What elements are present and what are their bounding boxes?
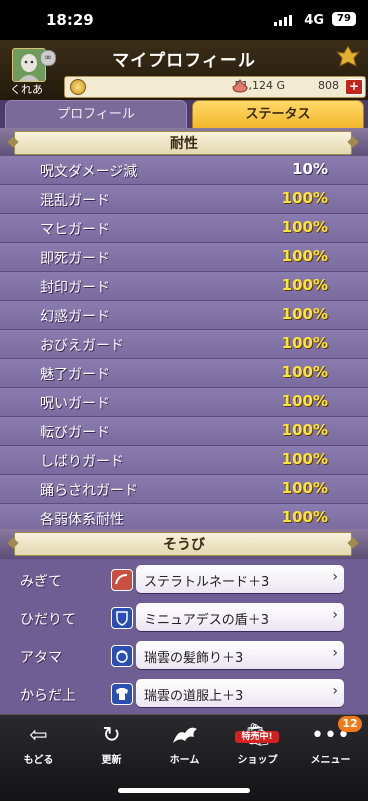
nav-refresh[interactable]: ↻ 更新 [75,715,148,775]
equip-body-upper-button[interactable]: 瑞雲の道服上＋3 › [136,679,344,707]
player-name: くれあ [10,83,43,96]
resistance-row: 幻惑ガード 100% [0,301,368,330]
buy-gems-button[interactable]: + [345,79,363,95]
head-icon [111,645,133,667]
resistance-row: マヒガード 100% [0,214,368,243]
equip-head-button[interactable]: 瑞雲の髪飾り＋3 › [136,641,344,669]
resistance-title: 耐性 [170,136,198,152]
equipment-row-body-upper: からだ上 瑞雲の道服上＋3 › [0,677,368,711]
chevron-right-icon: › [332,569,338,585]
back-arrow-icon: ⇦ [29,723,48,748]
chevron-right-icon: › [332,645,338,661]
shield-icon [111,607,133,629]
page-title: マイプロフィール [112,51,256,71]
nav-back[interactable]: ⇦ もどる [2,715,75,775]
equipment-title: そうび [163,537,205,553]
cellular-signal-icon [274,15,292,26]
resistance-row: 混乱ガード 100% [0,185,368,214]
equipment-row-left-hand: ひだりて ミニュアデスの盾＋3 › [0,601,368,635]
whip-icon [111,569,133,591]
resistance-row: 魅了ガード 100% [0,359,368,388]
currency-bar: 51,124 G 808 + [64,76,366,98]
refresh-icon: ↻ [102,723,121,748]
gem-slime-icon [232,79,248,93]
slot-label: アタマ [20,650,62,666]
gold-amount: 51,124 G [234,79,285,92]
network-type: 4G [304,13,324,28]
menu-notification-badge: 12 [338,716,362,732]
slot-label: みぎて [20,574,62,590]
resistance-row: 呪いガード 100% [0,388,368,417]
gem-amount: 808 [318,79,339,92]
chevron-right-icon: › [332,683,338,699]
resistance-row: 封印ガード 100% [0,272,368,301]
resistance-row: 転びガード 100% [0,417,368,446]
home-dragon-icon [173,727,197,743]
resistance-row: 呪文ダメージ減 10% [0,156,368,185]
resistance-row: 踊らされガード 100% [0,475,368,504]
status-content[interactable]: 耐性 呪文ダメージ減 10% 混乱ガード 100% マヒガード 100% 即死ガ… [0,128,368,714]
equipment-list: みぎて ステラトルネード＋3 › ひだりて ミニュアデスの盾＋3 › アタマ 瑞… [0,561,368,714]
resistance-row: 即死ガード 100% [0,243,368,272]
equip-left-hand-button[interactable]: ミニュアデスの盾＋3 › [136,603,344,631]
guild-emblem-icon [336,44,360,67]
equip-right-hand-button[interactable]: ステラトルネード＋3 › [136,565,344,593]
resistance-row: おびえガード 100% [0,330,368,359]
battery-icon: 79 [332,12,356,26]
equipment-row-head: アタマ 瑞雲の髪飾り＋3 › [0,639,368,673]
equipment-section-header: そうび [0,529,368,559]
nav-shop[interactable]: 🛍 特売中! ショップ [221,715,294,775]
slot-label: からだ上 [20,688,76,704]
tab-profile[interactable]: プロフィール [5,100,187,130]
nav-home[interactable]: ホーム [148,715,221,775]
sale-badge: 特売中! [235,731,279,743]
status-bar: 18:29 4G 79 [0,0,368,40]
chevron-right-icon: › [332,607,338,623]
equipment-row-right-hand: みぎて ステラトルネード＋3 › [0,563,368,597]
body-armor-icon [111,683,133,705]
status-time: 18:29 [46,11,94,29]
slot-label: ひだりて [20,612,76,628]
tab-status[interactable]: ステータス [192,100,364,130]
home-indicator[interactable] [118,788,250,793]
resistance-section-header: 耐性 [0,128,368,158]
gold-coin-icon [70,79,86,95]
resistance-row: しばりガード 100% [0,446,368,475]
